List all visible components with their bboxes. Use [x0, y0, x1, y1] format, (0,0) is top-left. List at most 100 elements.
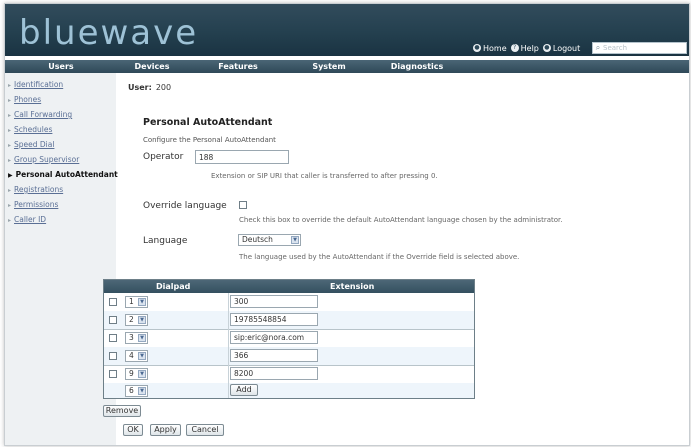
new-entry-row: 6 ▼ Add	[104, 383, 474, 398]
app-window: bluewave ● Home ? Help ● Logout ⌕ Users …	[4, 3, 690, 446]
sidebar-item-label[interactable]: Schedules	[14, 125, 52, 134]
override-language-checkbox[interactable]	[239, 201, 247, 209]
bullet-icon: ▸	[8, 82, 12, 89]
chevron-down-icon: ▼	[138, 370, 146, 378]
dialpad-value: 2	[129, 315, 134, 324]
sidebar-item-registrations[interactable]: ▸ Registrations	[8, 185, 63, 194]
dialpad-column-header: Dialpad	[156, 282, 191, 291]
sidebar-item-label[interactable]: Personal AutoAttendant	[16, 170, 118, 179]
sidebar-item-label[interactable]: Speed Dial	[14, 140, 54, 149]
sidebar-item-identification[interactable]: ▸ Identification	[8, 80, 63, 89]
chevron-down-icon: ▼	[138, 387, 146, 395]
dialpad-select[interactable]: 3 ▼	[125, 332, 148, 344]
bullet-icon: ▸	[8, 202, 12, 209]
sidebar-item-call-forwarding[interactable]: ▸ Call Forwarding	[8, 110, 72, 119]
new-dialpad-select[interactable]: 6 ▼	[125, 385, 148, 397]
bullet-icon: ▸	[8, 97, 12, 104]
chevron-down-icon: ▼	[138, 352, 146, 360]
user-label: User:	[128, 83, 152, 92]
sidebar-item-label[interactable]: Permissions	[14, 200, 58, 209]
nav-devices[interactable]: Devices	[117, 60, 187, 73]
dialpad-value: 9	[129, 369, 134, 378]
sidebar-item-label[interactable]: Group Supervisor	[14, 155, 79, 164]
apply-button[interactable]: Apply	[150, 424, 181, 436]
sidebar-item-phones[interactable]: ▸ Phones	[8, 95, 41, 104]
add-button[interactable]: Add	[230, 384, 258, 396]
table-row: 4 ▼	[104, 347, 474, 366]
sidebar-item-schedules[interactable]: ▸ Schedules	[8, 125, 52, 134]
cancel-button[interactable]: Cancel	[186, 424, 224, 436]
extension-field[interactable]	[230, 349, 318, 362]
search-box: ⌕	[592, 42, 687, 54]
row-select-checkbox[interactable]	[109, 298, 117, 306]
nav-system[interactable]: System	[289, 60, 369, 73]
column-divider	[228, 383, 229, 398]
sidebar-item-label[interactable]: Caller ID	[14, 215, 46, 224]
table-row: 9 ▼	[104, 365, 474, 384]
operator-field[interactable]	[195, 150, 289, 164]
bullet-icon: ▸	[8, 187, 12, 194]
home-link-label: Home	[483, 43, 507, 53]
nav-diagnostics[interactable]: Diagnostics	[369, 60, 465, 73]
language-hint: The language used by the AutoAttendant i…	[239, 253, 520, 261]
dialpad-select[interactable]: 1 ▼	[125, 296, 148, 308]
dialpad-select[interactable]: 4 ▼	[125, 350, 148, 362]
table-row: 1 ▼	[104, 293, 474, 312]
logout-icon: ●	[542, 44, 551, 52]
help-icon: ?	[510, 44, 519, 52]
top-links: ● Home ? Help ● Logout	[473, 42, 580, 54]
sidebar-item-personal-autoattendant[interactable]: ▶ Personal AutoAttendant	[8, 170, 118, 179]
nav-features[interactable]: Features	[187, 60, 289, 73]
help-link[interactable]: ? Help	[510, 44, 539, 53]
home-icon: ●	[473, 44, 481, 52]
user-line: User: 200	[128, 83, 171, 92]
dialpad-value: 1	[129, 297, 134, 306]
row-select-checkbox[interactable]	[109, 352, 117, 360]
nav-users[interactable]: Users	[5, 60, 117, 73]
override-language-label: Override language	[143, 201, 227, 211]
chevron-down-icon: ▼	[138, 334, 146, 342]
extension-field[interactable]	[230, 367, 318, 380]
dialpad-select[interactable]: 9 ▼	[125, 368, 148, 380]
sidebar-item-speed-dial[interactable]: ▸ Speed Dial	[8, 140, 54, 149]
sidebar-item-label[interactable]: Registrations	[14, 185, 63, 194]
bullet-icon: ▸	[8, 157, 12, 164]
row-select-checkbox[interactable]	[109, 316, 117, 324]
column-divider	[228, 347, 229, 365]
extension-field[interactable]	[230, 295, 318, 308]
row-select-checkbox[interactable]	[109, 370, 117, 378]
user-value: 200	[155, 83, 172, 92]
remove-button[interactable]: Remove	[103, 405, 141, 417]
column-divider	[228, 365, 229, 383]
search-input[interactable]	[603, 43, 683, 53]
sidebar-item-group-supervisor[interactable]: ▸ Group Supervisor	[8, 155, 79, 164]
table-row: 3 ▼	[104, 329, 474, 348]
operator-label: Operator	[143, 152, 184, 162]
sidebar-item-label[interactable]: Identification	[14, 80, 63, 89]
sidebar-item-caller-id[interactable]: ▸ Caller ID	[8, 215, 46, 224]
bullet-icon: ▶	[8, 172, 13, 179]
bullet-icon: ▸	[8, 112, 12, 119]
row-select-checkbox[interactable]	[109, 334, 117, 342]
sidebar-item-label[interactable]: Call Forwarding	[14, 110, 72, 119]
header-banner: bluewave ● Home ? Help ● Logout ⌕	[5, 4, 689, 56]
main-nav: Users Devices Features System Diagnostic…	[5, 60, 689, 73]
dialpad-value: 3	[129, 333, 134, 342]
operator-hint: Extension or SIP URI that caller is tran…	[211, 172, 438, 180]
search-icon: ⌕	[595, 43, 601, 52]
ok-button[interactable]: OK	[123, 424, 143, 436]
home-link[interactable]: ● Home	[473, 44, 507, 53]
bullet-icon: ▸	[8, 217, 12, 224]
sidebar-item-label[interactable]: Phones	[14, 95, 41, 104]
bullet-icon: ▸	[8, 142, 12, 149]
dialpad-select[interactable]: 2 ▼	[125, 314, 148, 326]
logout-link[interactable]: ● Logout	[542, 44, 580, 53]
column-divider	[228, 293, 229, 311]
language-select[interactable]: Deutsch ▼	[238, 234, 301, 246]
bluewave-logo: bluewave	[19, 13, 199, 53]
dialpad-table: Dialpad Extension 1 ▼ 2 ▼	[103, 279, 475, 399]
extension-field[interactable]	[230, 313, 318, 326]
language-label: Language	[143, 236, 188, 246]
extension-field[interactable]	[230, 331, 318, 344]
sidebar-item-permissions[interactable]: ▸ Permissions	[8, 200, 58, 209]
